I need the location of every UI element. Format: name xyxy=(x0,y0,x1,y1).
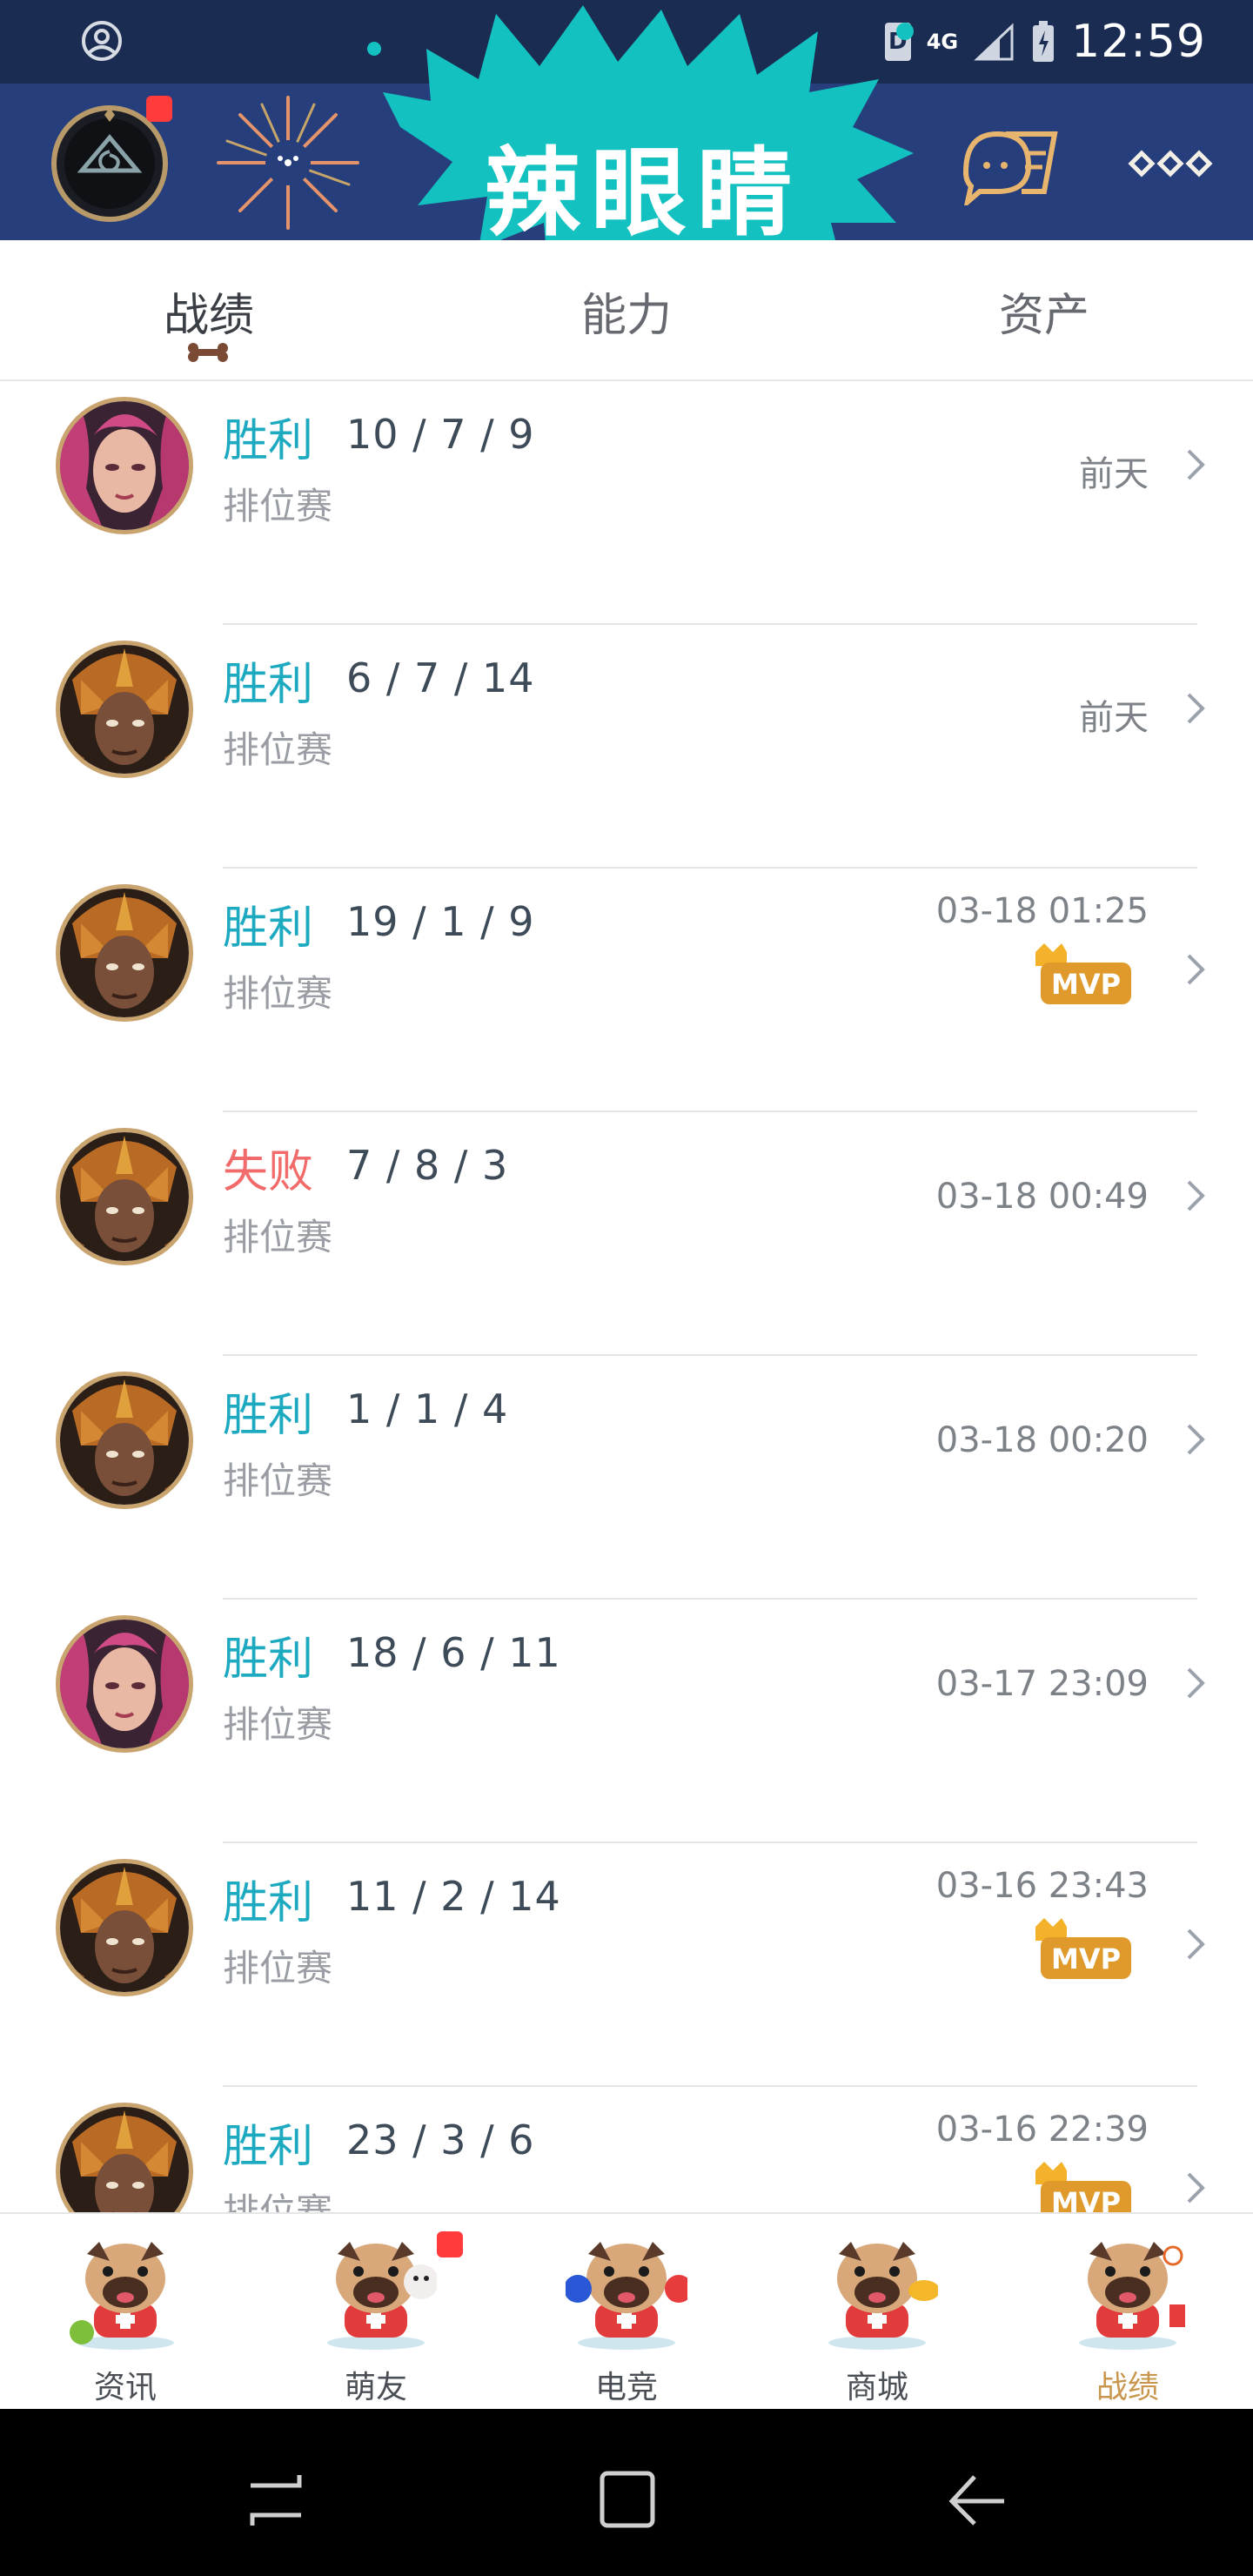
hero-avatar xyxy=(56,1372,193,1509)
mvp-text: MVP xyxy=(1051,1942,1121,1976)
hero-avatar xyxy=(56,2103,193,2212)
match-time: 03-16 22:39 xyxy=(935,2110,1149,2150)
match-result: 胜利 xyxy=(223,659,314,711)
clock: 12:59 xyxy=(1071,16,1206,68)
chevron-right-icon xyxy=(1185,1927,1206,1962)
match-mode: 排位赛 xyxy=(223,728,333,771)
match-mode: 排位赛 xyxy=(223,1947,333,1989)
match-mode: 排位赛 xyxy=(223,485,333,527)
nav-label: 战绩 xyxy=(1096,2370,1159,2405)
splash-text: 辣眼睛 xyxy=(485,138,803,249)
match-time: 03-18 00:49 xyxy=(935,1177,1149,1217)
back-icon[interactable] xyxy=(948,2470,1006,2531)
nav-news[interactable]: 资讯 xyxy=(0,2230,251,2405)
match-row[interactable]: 胜利 10 / 7 / 9 排位赛 前天 xyxy=(0,381,1253,625)
match-row[interactable]: 胜利 11 / 2 / 14 排位赛 03-16 23:43 MVP xyxy=(0,1843,1253,2087)
mvp-badge: MVP xyxy=(1032,942,1135,1008)
chevron-right-icon xyxy=(1185,447,1206,482)
hero-avatar xyxy=(56,1859,193,1996)
match-time: 03-16 23:43 xyxy=(935,1866,1149,1906)
match-mode: 排位赛 xyxy=(223,1459,333,1502)
match-result: 胜利 xyxy=(223,1633,314,1686)
match-result: 胜利 xyxy=(223,415,314,467)
match-list: 胜利 10 / 7 / 9 排位赛 前天 胜利 6 / 7 / 14 排位赛 前天 胜利 19 /… xyxy=(0,381,1253,2212)
bottom-nav: 资讯 萌友 电竞 商城 战绩 xyxy=(0,2212,1253,2411)
match-result: 失败 xyxy=(223,1146,314,1198)
app-header: 辣眼睛 xyxy=(0,5,1253,327)
match-result: 胜利 xyxy=(223,1390,314,1442)
pug-mascot-icon xyxy=(1067,2230,1189,2351)
match-mode: 排位赛 xyxy=(223,1703,333,1746)
match-kda: 19 / 1 / 9 xyxy=(346,898,535,945)
nav-esports[interactable]: 电竞 xyxy=(501,2230,752,2405)
mvp-badge: MVP xyxy=(1032,1916,1135,1982)
tab-active-indicator xyxy=(188,343,228,362)
match-mode: 排位赛 xyxy=(223,1216,333,1258)
chevron-right-icon xyxy=(1185,2170,1206,2205)
match-row[interactable]: 胜利 1 / 1 / 4 排位赛 03-18 00:20 xyxy=(0,1356,1253,1600)
more-icon[interactable] xyxy=(1128,150,1213,178)
match-time: 前天 xyxy=(1079,698,1149,738)
match-kda: 7 / 8 / 3 xyxy=(346,1142,509,1189)
match-time: 03-18 01:25 xyxy=(935,891,1149,931)
tab-ability[interactable]: 能力 xyxy=(496,278,757,344)
recent-apps-icon[interactable] xyxy=(247,2470,305,2531)
tab-bar: 战绩 能力 资产 xyxy=(0,240,1253,381)
pug-mascot-icon xyxy=(64,2230,186,2351)
match-kda: 6 / 7 / 14 xyxy=(346,654,535,701)
match-kda: 1 / 1 / 4 xyxy=(346,1385,509,1432)
hero-avatar xyxy=(56,1128,193,1265)
hero-avatar xyxy=(56,1615,193,1753)
hero-avatar xyxy=(56,641,193,778)
match-mode: 排位赛 xyxy=(223,972,333,1015)
notification-badge xyxy=(437,2231,463,2257)
tab-assets[interactable]: 资产 xyxy=(914,278,1175,344)
nav-label: 资讯 xyxy=(93,2370,157,2405)
notification-badge xyxy=(146,96,172,122)
nav-label: 商城 xyxy=(845,2370,908,2405)
match-time: 前天 xyxy=(1079,454,1149,494)
match-kda: 23 / 3 / 6 xyxy=(346,2116,535,2163)
pug-mascot-icon xyxy=(564,2230,693,2351)
match-kda: 10 / 7 / 9 xyxy=(346,411,535,458)
match-time: 03-17 23:09 xyxy=(935,1664,1149,1704)
nav-record[interactable]: 战绩 xyxy=(1002,2230,1253,2405)
home-icon[interactable] xyxy=(599,2470,656,2531)
user-circle-icon xyxy=(82,21,122,61)
nav-shop[interactable]: 商城 xyxy=(752,2230,1002,2405)
match-result: 胜利 xyxy=(223,2121,314,2173)
chevron-right-icon xyxy=(1185,952,1206,987)
hero-avatar xyxy=(56,884,193,1022)
match-row[interactable]: 胜利 23 / 3 / 6 排位赛 03-16 22:39 MVP xyxy=(0,2087,1253,2212)
pug-mascot-icon xyxy=(315,2230,439,2351)
tab-record[interactable]: 战绩 xyxy=(78,278,339,344)
system-nav-bar xyxy=(0,2409,1253,2576)
nav-label: 电竞 xyxy=(594,2370,658,2405)
mvp-text: MVP xyxy=(1051,2186,1121,2212)
nav-friends[interactable]: 萌友 xyxy=(251,2230,501,2405)
match-row[interactable]: 失败 7 / 8 / 3 排位赛 03-18 00:49 xyxy=(0,1112,1253,1356)
pug-mascot-icon xyxy=(816,2230,940,2351)
chevron-right-icon xyxy=(1185,1666,1206,1701)
match-row[interactable]: 胜利 6 / 7 / 14 排位赛 前天 xyxy=(0,625,1253,869)
match-kda: 11 / 2 / 14 xyxy=(346,1873,561,1920)
signal-icon xyxy=(974,23,1014,61)
chevron-right-icon xyxy=(1185,1178,1206,1213)
mvp-badge: MVP xyxy=(1032,2160,1135,2212)
match-kda: 18 / 6 / 11 xyxy=(346,1629,561,1676)
firework-icon xyxy=(217,96,359,230)
match-row[interactable]: 胜利 18 / 6 / 11 排位赛 03-17 23:09 xyxy=(0,1600,1253,1843)
mvp-text: MVP xyxy=(1051,968,1121,1001)
chat-icon[interactable] xyxy=(957,122,1060,205)
chevron-right-icon xyxy=(1185,1422,1206,1457)
match-mode: 排位赛 xyxy=(223,2190,333,2212)
chevron-right-icon xyxy=(1185,691,1206,726)
hero-avatar xyxy=(56,397,193,534)
match-result: 胜利 xyxy=(223,902,314,955)
battery-icon xyxy=(1033,21,1055,62)
match-result: 胜利 xyxy=(223,1877,314,1929)
nav-label: 萌友 xyxy=(344,2370,407,2405)
match-time: 03-18 00:20 xyxy=(935,1420,1149,1460)
match-row[interactable]: 胜利 19 / 1 / 9 排位赛 03-18 01:25 MVP xyxy=(0,869,1253,1112)
